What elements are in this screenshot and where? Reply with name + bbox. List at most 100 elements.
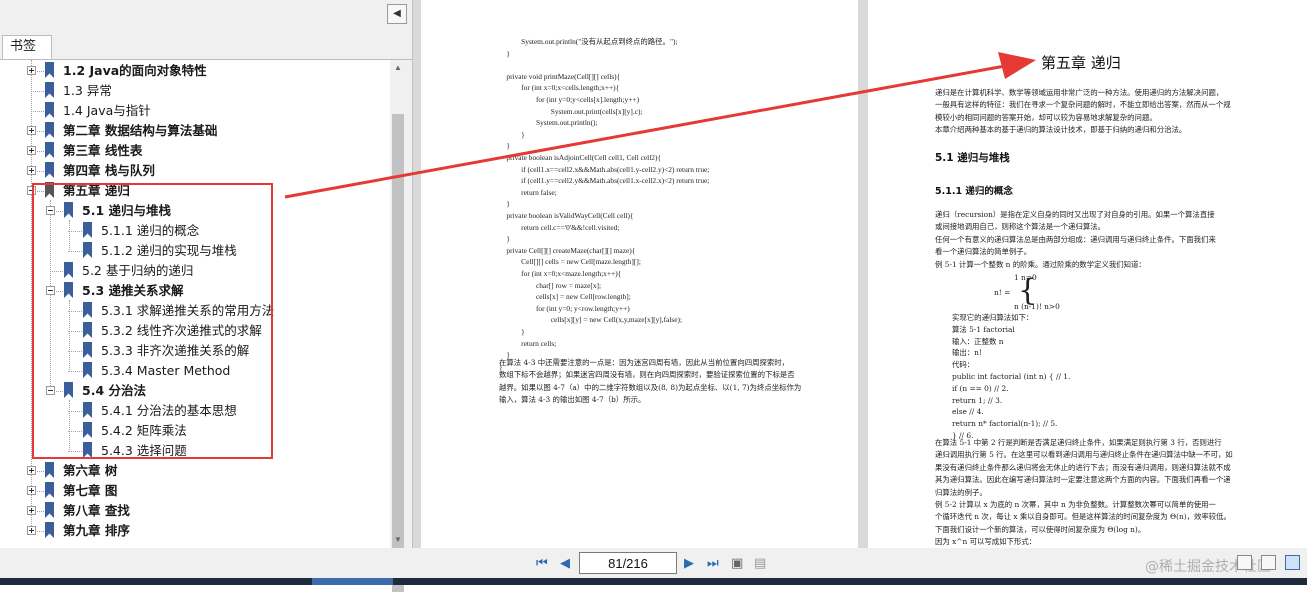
collapse-panel-button[interactable]: ◀ xyxy=(387,4,407,24)
bookmark-item[interactable]: 第三章 线性表 xyxy=(0,141,390,161)
bookmark-item[interactable]: 1.3 异常 xyxy=(0,81,390,101)
text-line: private boolean isAdjoinCell(Cell cell1,… xyxy=(499,153,661,162)
expand-icon[interactable] xyxy=(27,526,36,535)
bookmark-item[interactable]: 第八章 查找 xyxy=(0,501,390,521)
expand-icon[interactable] xyxy=(27,466,36,475)
bookmark-label: 第四章 栈与队列 xyxy=(63,163,155,178)
text-line: 输入，算法 4-3 的输出如图 4-7（b）所示。 xyxy=(499,395,646,405)
expand-icon[interactable] xyxy=(27,126,36,135)
bookmark-panel: ◀ 书签 1.2 Java的面向对象特性 1.3 异常 1.4 Java与指针第二章… xyxy=(0,0,413,592)
text-line: return 1; // 3. xyxy=(952,395,1003,405)
text-line: for (int x=0;x<maze.length;x++){ xyxy=(499,269,622,278)
bookmark-item[interactable]: 1.2 Java的面向对象特性 xyxy=(0,61,390,81)
expand-icon[interactable] xyxy=(27,146,36,155)
text-line: for (int y=0; y<row.length;y++) xyxy=(499,303,630,313)
text-line: 一般具有这样的特征：我们在寻求一个复杂问题的解时，不能立即给出答案，然而从一个规 xyxy=(935,100,1231,110)
bookmark-icon xyxy=(45,522,54,538)
scroll-down-arrow[interactable]: ▼ xyxy=(390,532,406,548)
bookmark-item[interactable]: 1.4 Java与指针 xyxy=(0,101,390,121)
text-line: System.out.print(cells[x][y].c); xyxy=(499,106,643,116)
bookmark-label: 1.4 Java与指针 xyxy=(63,103,151,118)
text-line: 在算法 4-3 中还需要注意的一点是：因为迷宫四周有墙，因此从当前位置向四周探索… xyxy=(499,358,790,367)
text-line: } xyxy=(499,199,510,209)
bookmark-item[interactable]: 第四章 栈与队列 xyxy=(0,161,390,181)
text-line: 输出：n! xyxy=(952,348,982,358)
bookmark-icon xyxy=(45,122,54,138)
taskbar-active-app[interactable] xyxy=(312,578,393,585)
text-line: public int factorial (int n) { // 1. xyxy=(952,372,1071,381)
text-line: 本章介绍两种基本的基于递归的算法设计技术，即基于归纳的递归和分治法。 xyxy=(935,125,1187,135)
bookmark-item[interactable]: 第九章 排序 xyxy=(0,521,390,541)
text-line: 个循环迭代 n 次，每让 x 乘以自身即可。但是这样算法的时间复杂度为 Θ(n)… xyxy=(935,512,1231,522)
bookmark-label: 第二章 数据结构与算法基础 xyxy=(63,123,218,138)
two-page-view-icon[interactable] xyxy=(1261,555,1276,570)
bookmark-label: 第八章 查找 xyxy=(63,503,130,518)
bookmark-icon xyxy=(45,482,54,498)
text-line: System.out.println(); xyxy=(499,118,598,128)
text-line: 例 5-2 计算以 x 为底的 n 次幂，其中 n 为非负整数。计算整数次幂可以… xyxy=(935,500,1216,509)
expand-icon[interactable] xyxy=(27,486,36,495)
text-line: 实现它的递归算法如下： xyxy=(952,313,1034,322)
text-line: } xyxy=(499,327,525,336)
subsection-heading: 5.1.1 递归的概念 xyxy=(935,186,1013,197)
single-page-view-icon[interactable] xyxy=(1237,555,1252,570)
tree-branch-line xyxy=(31,91,44,92)
bookmark-item[interactable]: 第二章 数据结构与算法基础 xyxy=(0,121,390,141)
scroll-thumb[interactable] xyxy=(392,114,404,592)
text-line: return n* factorial(n-1); // 5. xyxy=(952,419,1058,429)
text-line: 归算法的例子。 xyxy=(935,487,987,497)
bookmark-item[interactable]: 第六章 树 xyxy=(0,461,390,481)
text-line: 算法 5-1 factorial xyxy=(952,324,1015,334)
bookmark-icon xyxy=(45,462,54,478)
text-line: 下面我们设计一个新的算法，可以使得时间复杂度为 Θ(log n)。 xyxy=(935,524,1146,534)
expand-icon[interactable] xyxy=(27,506,36,515)
pdf-reader-window: ◀ 书签 1.2 Java的面向对象特性 1.3 异常 1.4 Java与指针第二章… xyxy=(0,0,1307,592)
text-line: 递归是在计算机科学、数学等领域运用非常广泛的一种方法。使用递归的方法解决问题， xyxy=(935,88,1224,97)
text-line: 数组下标不会越界；如果迷宫四周没有墙，则在向四周探索时，要验证探索位置的下标是否 xyxy=(499,370,795,380)
text-line: 代码： xyxy=(952,360,975,370)
formula-brace: { xyxy=(1018,273,1038,308)
text-line: private void printMaze(Cell[][] cells){ xyxy=(499,71,621,81)
bookmark-label: 第六章 树 xyxy=(63,463,118,478)
bookmark-label: 第三章 线性表 xyxy=(63,143,143,158)
expand-icon[interactable] xyxy=(27,66,36,75)
bookmark-scrollbar[interactable]: ▲ ▼ xyxy=(390,60,406,592)
panel-tabbar: 书签 xyxy=(0,35,412,60)
next-page-icon[interactable]: ▶ xyxy=(684,555,694,571)
text-line: System.out.println("没有从起点到终点的路径。"); xyxy=(499,37,678,46)
fit-width-icon[interactable]: ▤ xyxy=(754,555,766,571)
text-line: 递归（recursion）是指在定义自身的同时又出现了对自身的引用。如果一个算法… xyxy=(935,210,1215,219)
document-page-right: 第五章 递归 递归是在计算机科学、数学等领域运用非常广泛的一种方法。使用递归的方… xyxy=(868,0,1307,548)
text-line: if (n == 0) // 2. xyxy=(952,383,1009,393)
fit-page-icon[interactable]: ▣ xyxy=(731,555,743,571)
bookmark-label: 第七章 图 xyxy=(63,483,118,498)
text-line: cells[x][y] = new Cell(x,y,maze[x][y],fa… xyxy=(499,315,683,325)
scroll-up-arrow[interactable]: ▲ xyxy=(390,60,406,76)
prev-page-icon[interactable]: ◀ xyxy=(560,555,570,571)
tab-bookmarks[interactable]: 书签 xyxy=(2,35,52,59)
text-line: 其为递归算法。因此在编写递归算法时一定要注意这两个方面的内容。下面我们再看一个递 xyxy=(935,475,1231,485)
chapter-title: 第五章 递归 xyxy=(1041,54,1121,72)
page-number-field[interactable]: 81/216 xyxy=(579,552,677,574)
bookmark-icon xyxy=(45,502,54,518)
last-page-icon[interactable]: ⏭ xyxy=(707,555,719,571)
tree-branch-line xyxy=(31,111,44,112)
text-line: 果没有递归终止条件那么递归将会无休止的进行下去；而没有递归调用，则递归算法就不成 xyxy=(935,462,1231,472)
text-line: 或间接地调用自己，则称这个算法是一个递归算法。 xyxy=(935,222,1105,232)
bookmark-item[interactable]: 第七章 图 xyxy=(0,481,390,501)
expand-icon[interactable] xyxy=(27,166,36,175)
first-page-icon[interactable]: ⏮ xyxy=(536,555,548,571)
bookmark-label: 1.2 Java的面向对象特性 xyxy=(63,63,207,78)
os-taskbar xyxy=(0,578,1307,585)
text-line: 任何一个有意义的递归算法总是由两部分组成：递归调用与递归终止条件。下面我们来 xyxy=(935,234,1216,244)
text-line: } xyxy=(499,141,510,151)
bookmark-icon xyxy=(45,82,54,98)
text-line: return cell.c=='0'&&!cell.visited; xyxy=(499,222,620,232)
text-line: for (int y=0;y<cells[x].length;y++) xyxy=(499,95,640,104)
continuous-view-icon[interactable] xyxy=(1285,555,1300,570)
text-line: 递归调用执行第 5 行。在这里可以看到递归调用与递归终止条件在递归算法中缺一不可… xyxy=(935,450,1233,460)
annotation-highlight-box xyxy=(32,183,273,459)
text-line: 看一个递归算法的简单例子。 xyxy=(935,247,1032,257)
text-line: return false; xyxy=(499,187,557,197)
text-line: if (cell1.y==cell2.y&&Math.abs(cell1.x-c… xyxy=(499,176,710,186)
